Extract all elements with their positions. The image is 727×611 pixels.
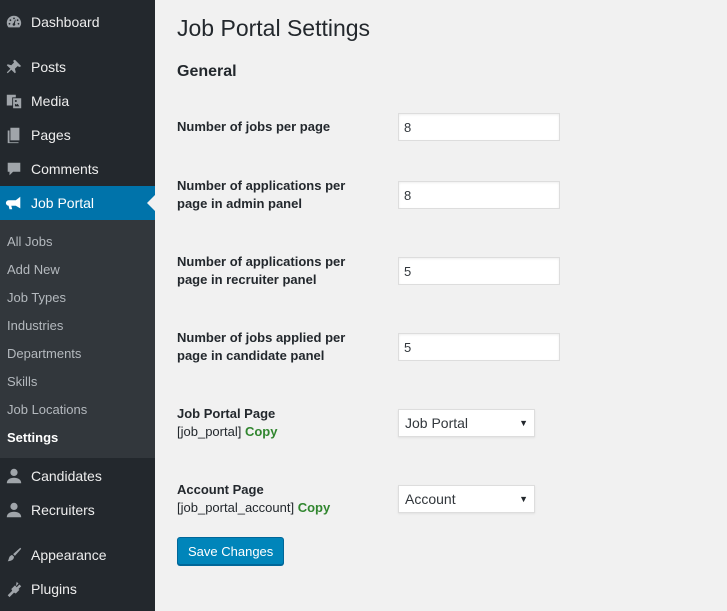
copy-shortcode-link[interactable]: Copy	[298, 500, 331, 515]
caret-down-icon: ▼	[519, 418, 528, 428]
submenu-skills[interactable]: Skills	[7, 374, 37, 389]
menu-item-pages[interactable]: Pages	[0, 118, 155, 152]
apps-admin-input[interactable]: 8	[398, 181, 560, 209]
label-line: Number of applications per	[177, 178, 346, 193]
menu-item-posts[interactable]: Posts	[0, 50, 155, 84]
shortcode-text: [job_portal]	[177, 424, 242, 439]
menu-item-label: Pages	[31, 127, 71, 143]
label-line: Account Page	[177, 482, 264, 497]
account-page-select[interactable]: Account ▼	[398, 485, 535, 513]
user-icon	[4, 466, 24, 486]
label-line: page in admin panel	[177, 196, 302, 211]
comment-icon	[4, 159, 24, 179]
menu-item-label: Posts	[31, 59, 67, 75]
settings-main: Job Portal Settings General Number of jo…	[155, 0, 727, 611]
menu-item-label: Candidates	[31, 468, 102, 484]
dashboard-icon	[4, 12, 24, 32]
menu-item-label: Dashboard	[31, 14, 100, 30]
current-menu-arrow	[147, 195, 155, 211]
plugin-icon	[4, 579, 24, 599]
label-line: Number of jobs applied per	[177, 330, 346, 345]
apps-admin-label: Number of applications per page in admin…	[177, 177, 377, 213]
submenu-departments[interactable]: Departments	[7, 346, 81, 361]
jobs-per-page-label: Number of jobs per page	[177, 119, 331, 134]
menu-item-label: Recruiters	[31, 502, 95, 518]
label-line: Job Portal Page	[177, 406, 276, 421]
label-line: page in recruiter panel	[177, 272, 317, 287]
caret-down-icon: ▼	[519, 494, 528, 504]
job-portal-page-select[interactable]: Job Portal ▼	[398, 409, 535, 437]
job-portal-submenu: All Jobs Add New Job Types Industries De…	[0, 220, 155, 458]
pin-icon	[4, 57, 24, 77]
job-portal-page-label: Job Portal Page [job_portal] Copy	[177, 405, 377, 441]
select-value: Job Portal	[405, 415, 469, 431]
applied-candidate-input[interactable]: 5	[398, 333, 560, 361]
admin-sidebar: Dashboard Posts Media Pages Comments Job…	[0, 0, 155, 611]
save-changes-button[interactable]: Save Changes	[177, 537, 285, 565]
menu-item-candidates[interactable]: Candidates	[0, 459, 155, 493]
select-value: Account	[405, 491, 456, 507]
applied-candidate-label: Number of jobs applied per page in candi…	[177, 329, 377, 365]
menu-item-label: Comments	[31, 161, 99, 177]
submenu-settings[interactable]: Settings	[7, 430, 58, 445]
label-line: page in candidate panel	[177, 348, 325, 363]
menu-item-label: Plugins	[31, 581, 77, 597]
section-title: General	[177, 63, 237, 80]
menu-item-plugins[interactable]: Plugins	[0, 572, 155, 606]
submenu-add-new[interactable]: Add New	[7, 262, 60, 277]
submenu-job-types[interactable]: Job Types	[7, 290, 66, 305]
jobs-per-page-input[interactable]: 8	[398, 113, 560, 141]
apps-recruiter-input[interactable]: 5	[398, 257, 560, 285]
menu-item-label: Appearance	[31, 547, 107, 563]
account-page-label: Account Page [job_portal_account] Copy	[177, 481, 377, 517]
copy-shortcode-link[interactable]: Copy	[245, 424, 278, 439]
submenu-job-locations[interactable]: Job Locations	[7, 402, 87, 417]
brush-icon	[4, 545, 24, 565]
submenu-all-jobs[interactable]: All Jobs	[7, 234, 53, 249]
menu-item-dashboard[interactable]: Dashboard	[0, 5, 155, 39]
menu-item-job-portal[interactable]: Job Portal	[0, 186, 155, 220]
menu-item-media[interactable]: Media	[0, 84, 155, 118]
apps-recruiter-label: Number of applications per page in recru…	[177, 253, 377, 289]
media-icon	[4, 91, 24, 111]
menu-item-appearance[interactable]: Appearance	[0, 538, 155, 572]
menu-item-recruiters[interactable]: Recruiters	[0, 493, 155, 527]
menu-item-comments[interactable]: Comments	[0, 152, 155, 186]
label-line: Number of applications per	[177, 254, 346, 269]
user-icon	[4, 500, 24, 520]
megaphone-icon	[4, 193, 24, 213]
menu-item-label: Media	[31, 93, 70, 109]
submenu-industries[interactable]: Industries	[7, 318, 63, 333]
pages-icon	[4, 125, 24, 145]
shortcode-text: [job_portal_account]	[177, 500, 295, 515]
menu-item-label: Job Portal	[31, 195, 95, 211]
page-title: Job Portal Settings	[177, 15, 371, 41]
